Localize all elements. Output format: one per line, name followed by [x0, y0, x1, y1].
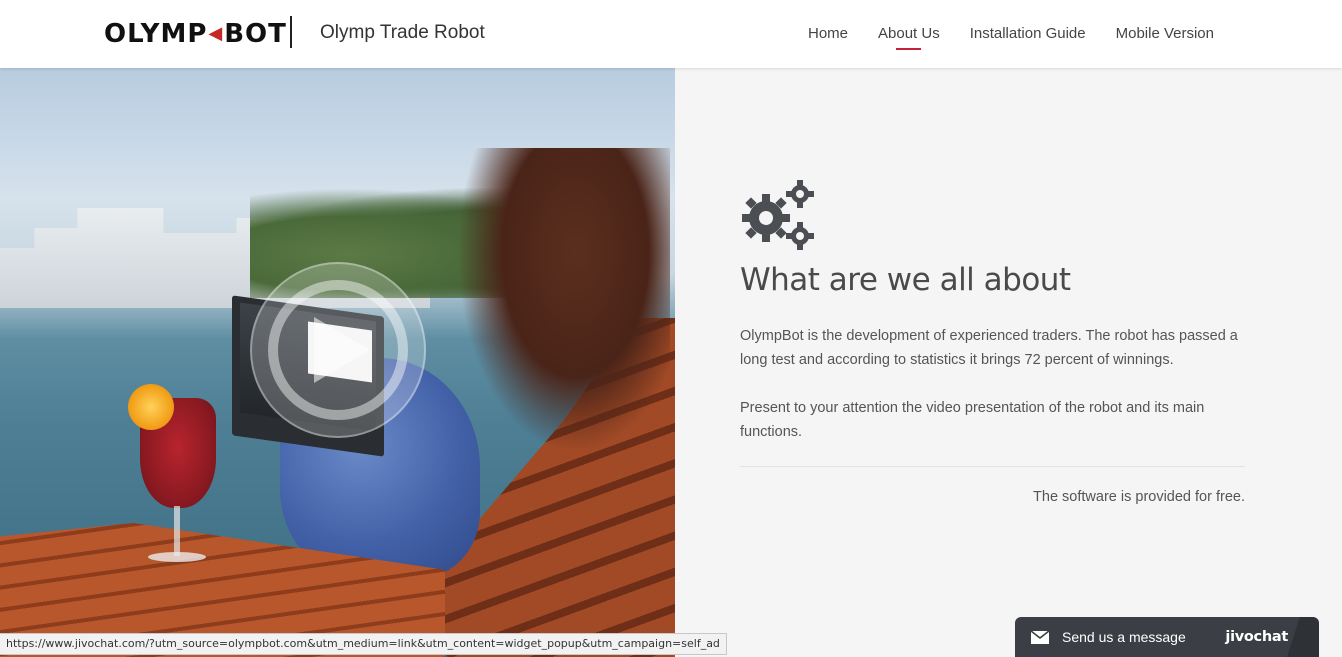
chat-widget-corner [1287, 617, 1319, 657]
about-section: What are we all about OlympBot is the de… [740, 180, 1245, 505]
site-tagline: Olymp Trade Robot [320, 22, 485, 43]
chat-widget[interactable]: Send us a message jivochat [1015, 617, 1319, 657]
site-header: OLYMP ◀ BOT Olymp Trade Robot Home About… [0, 0, 1342, 68]
nav-home[interactable]: Home [808, 25, 848, 50]
play-icon [314, 317, 370, 383]
chat-label: Send us a message [1062, 629, 1186, 645]
photo-person [460, 148, 670, 448]
site-logo[interactable]: OLYMP ◀ BOT [104, 20, 287, 48]
logo-text-right: BOT [224, 19, 287, 49]
video-play-button[interactable] [250, 262, 426, 438]
main-nav: Home About Us Installation Guide Mobile … [808, 25, 1214, 50]
photo-glass-stem [174, 506, 180, 556]
about-paragraph-1: OlympBot is the development of experienc… [740, 328, 1238, 368]
about-paragraph-2: Present to your attention the video pres… [740, 400, 1205, 440]
hero-photo [0, 68, 675, 657]
status-bar-url: https://www.jivochat.com/?utm_source=oly… [0, 633, 727, 655]
photo-orange-slice [128, 384, 174, 430]
nav-mobile-version[interactable]: Mobile Version [1116, 25, 1214, 50]
mail-icon [1031, 630, 1049, 644]
gears-icon [742, 180, 814, 250]
jivochat-brand: jivochat [1225, 629, 1288, 645]
logo-text-left: OLYMP [104, 19, 208, 49]
section-title: What are we all about [740, 262, 1071, 298]
content-divider [740, 466, 1245, 467]
logo-divider [290, 16, 292, 48]
photo-glass-base [148, 552, 206, 562]
free-software-note: The software is provided for free. [1033, 489, 1245, 505]
nav-about-us[interactable]: About Us [878, 25, 940, 50]
nav-installation-guide[interactable]: Installation Guide [970, 25, 1086, 50]
logo-arrow-icon: ◀ [208, 23, 224, 44]
play-button-ring [268, 280, 408, 420]
